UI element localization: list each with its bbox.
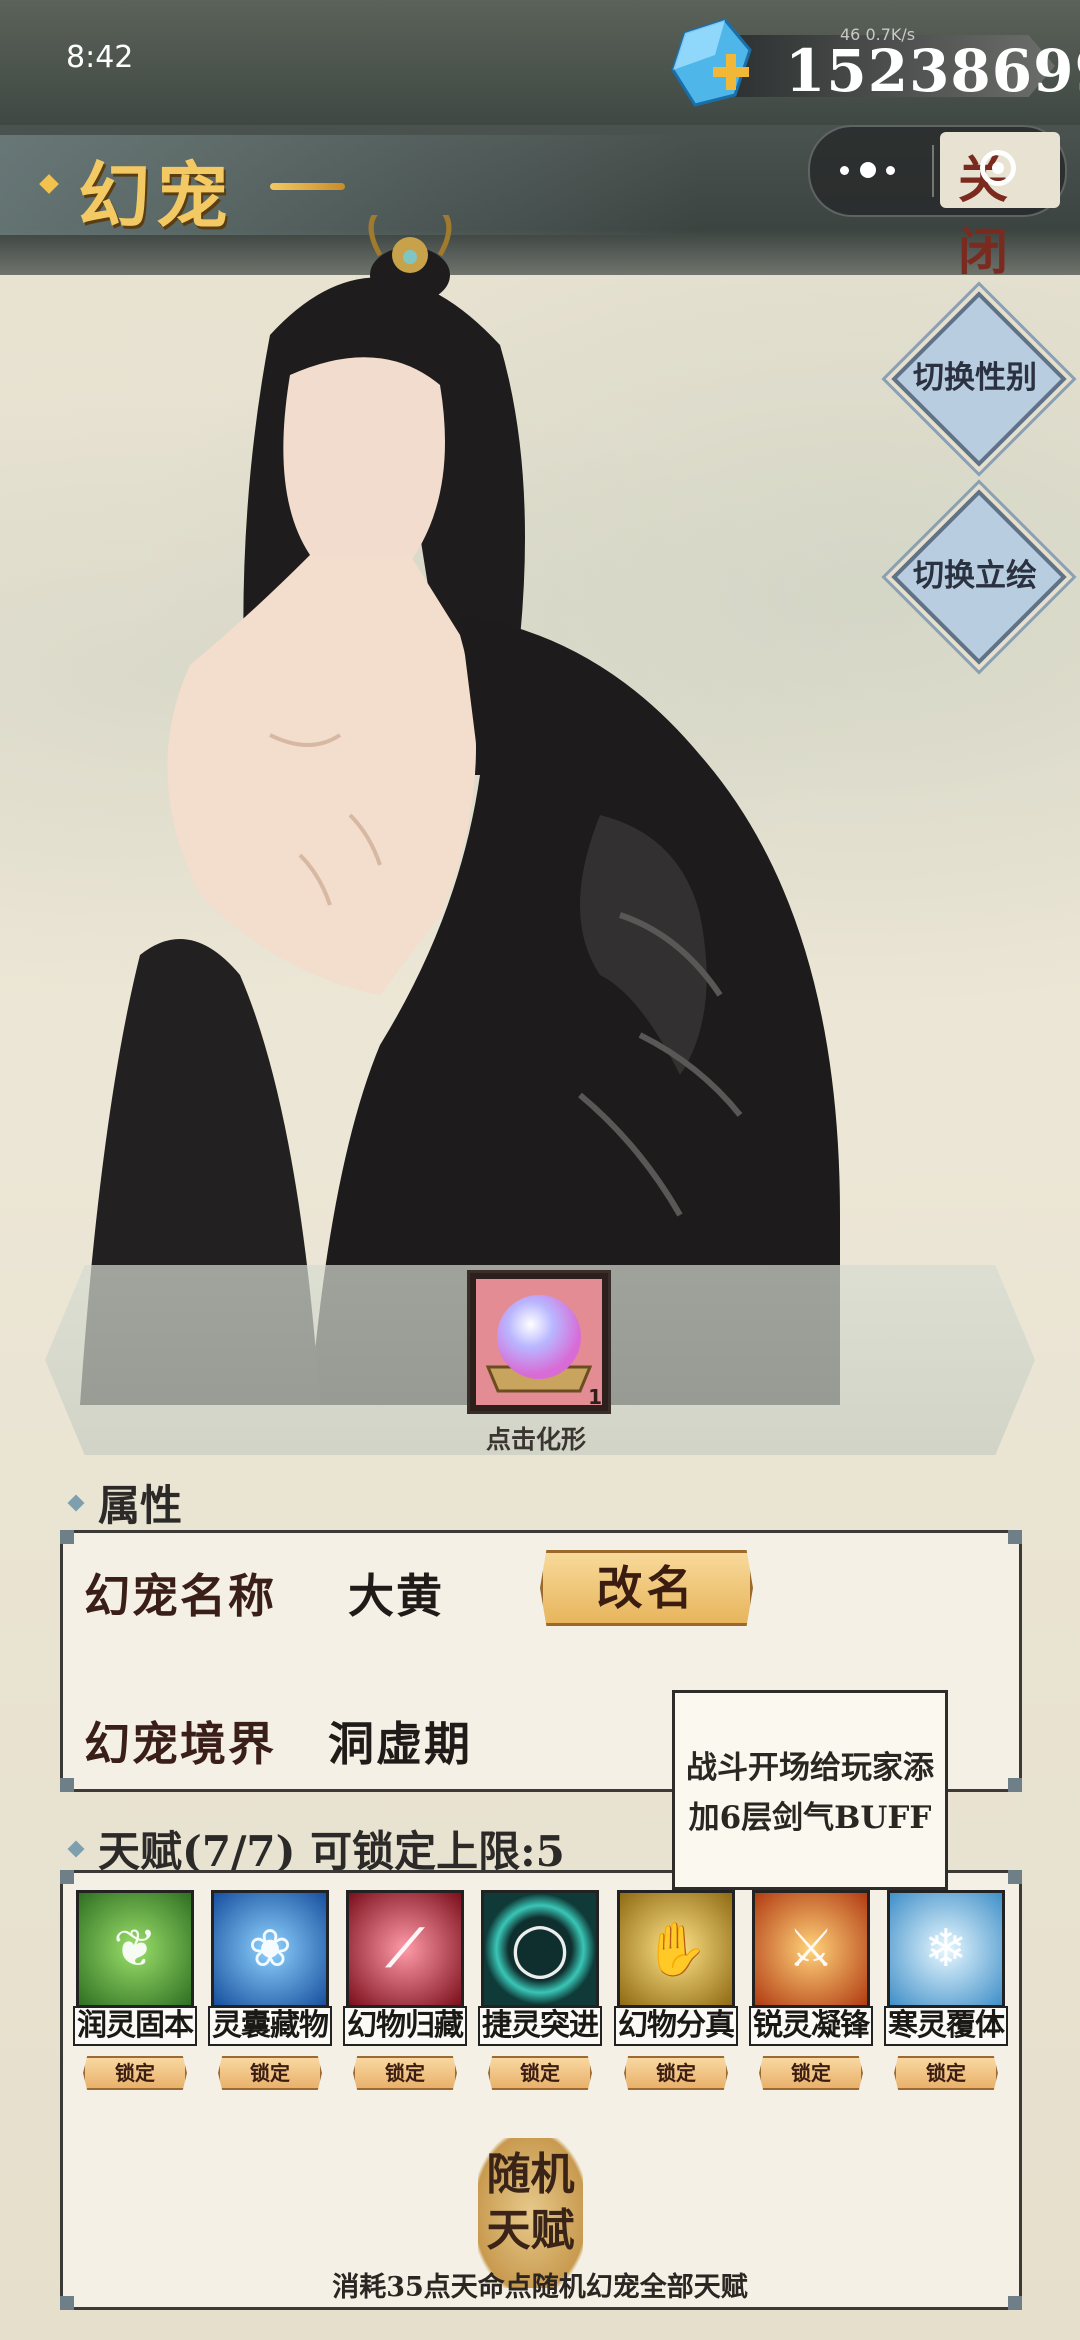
panel-corner [60, 2296, 74, 2310]
talent-item[interactable]: ✋ 幻物分真 锁定 [614, 1890, 738, 2090]
panel-corner [60, 1778, 74, 1792]
close-ring-icon[interactable] [980, 150, 1016, 186]
panel-corner [1008, 1530, 1022, 1544]
talent-lock-button[interactable]: 锁定 [488, 2056, 592, 2090]
attributes-title-text: 属性 [98, 1481, 183, 1530]
section-diamond-icon [67, 1494, 85, 1512]
currency-amount: 15238699 [785, 37, 1080, 105]
hand-icon: ✋ [617, 1890, 735, 2008]
talent-item[interactable]: ⚔ 锐灵凝锋 锁定 [749, 1890, 873, 2090]
panel-corner [60, 1530, 74, 1544]
talent-item[interactable]: ❀ 灵囊藏物 锁定 [208, 1890, 332, 2090]
talent-lock-button[interactable]: 锁定 [353, 2056, 457, 2090]
panel-corner [60, 1870, 74, 1884]
title-underline [270, 183, 345, 190]
talent-name: 幻物归藏 [343, 2006, 467, 2046]
talent-name: 润灵固本 [73, 2006, 197, 2046]
orb-background [476, 1279, 602, 1405]
talent-name: 寒灵覆体 [884, 2006, 1008, 2046]
random-talent-caption: 消耗35点天命点随机幻宠全部天赋 [332, 2272, 748, 2303]
gem-add-icon[interactable] [665, 15, 760, 113]
orb-count: 1 [588, 1385, 602, 1409]
talent-lock-button[interactable]: 锁定 [624, 2056, 728, 2090]
ring-icon: ◯ [481, 1890, 599, 2008]
talent-lock-button[interactable]: 锁定 [83, 2056, 187, 2090]
talent-item[interactable]: ◯ 捷灵突进 锁定 [478, 1890, 602, 2090]
talent-tooltip: 战斗开场给玩家添 加6层剑气BUFF [672, 1690, 948, 1890]
talent-name: 灵囊藏物 [208, 2006, 332, 2046]
talent-name: 锐灵凝锋 [749, 2006, 873, 2046]
talent-item[interactable]: ❦ 润灵固本 锁定 [73, 1890, 197, 2090]
status-time: 8:42 [66, 40, 134, 75]
talent-lock-button[interactable]: 锁定 [218, 2056, 322, 2090]
switch-portrait-label: 切换立绘 [913, 558, 1037, 594]
tooltip-line-2: 加6层剑气BUFF [688, 1800, 932, 1836]
transform-orb-button[interactable]: 1 [467, 1270, 611, 1414]
mini-program-capsule: 关闭 [808, 125, 1067, 281]
attributes-section-title: 属性 [67, 1472, 183, 1533]
random-button-line-1: 随机 [486, 2149, 575, 2200]
random-button-line-2: 天赋 [486, 2205, 575, 2256]
panel-corner [1008, 1778, 1022, 1792]
pet-name-label: 幻宠名称 [84, 1569, 276, 1623]
frost-icon: ❄ [887, 1890, 1005, 2008]
character-portrait [80, 215, 840, 1405]
switch-gender-label: 切换性别 [913, 360, 1037, 396]
capsule-divider [932, 145, 934, 197]
switch-portrait-button[interactable]: 切换立绘 [891, 489, 1067, 665]
transform-caption: 点击化形 [485, 1425, 586, 1454]
tooltip-line-1: 战斗开场给玩家添 [686, 1750, 934, 1786]
pet-name-value: 大黄 [348, 1569, 444, 1623]
rename-button[interactable]: 改名 [540, 1550, 753, 1626]
rift-icon: ⟋ [346, 1890, 464, 2008]
talent-lock-button[interactable]: 锁定 [759, 2056, 863, 2090]
switch-gender-button[interactable]: 切换性别 [891, 291, 1067, 467]
talent-name: 幻物分真 [614, 2006, 738, 2046]
panel-corner [1008, 2296, 1022, 2310]
crystal-orb-icon [485, 1295, 593, 1393]
currency-display[interactable]: 46 0.7K/s 15238699 [665, 15, 1080, 113]
blade-icon: ⚔ [752, 1890, 870, 2008]
talent-name: 捷灵突进 [478, 2006, 602, 2046]
talent-item[interactable]: ⟋ 幻物归藏 锁定 [343, 1890, 467, 2090]
talents-title-text: 天赋(7/7) 可锁定上限:5 [98, 1827, 565, 1876]
lotus-icon: ❀ [211, 1890, 329, 2008]
panel-corner [1008, 1870, 1022, 1884]
talent-lock-button[interactable]: 锁定 [894, 2056, 998, 2090]
section-diamond-icon [67, 1840, 85, 1858]
talent-item[interactable]: ❄ 寒灵覆体 锁定 [884, 1890, 1008, 2090]
pet-realm-value: 洞虚期 [328, 1717, 472, 1771]
more-dots-icon[interactable] [840, 155, 910, 185]
leaf-icon: ❦ [76, 1890, 194, 2008]
pet-realm-label: 幻宠境界 [84, 1717, 276, 1771]
